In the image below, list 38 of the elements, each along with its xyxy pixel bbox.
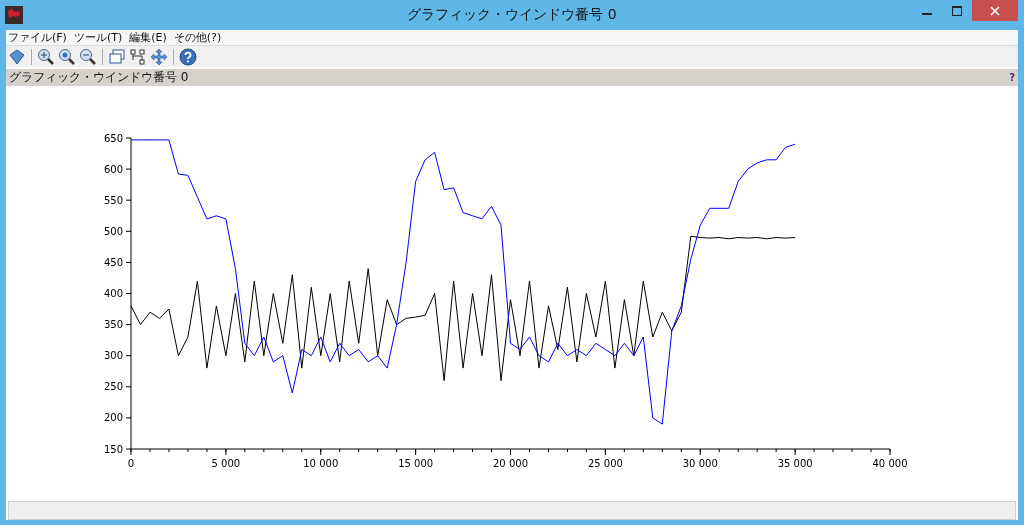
x-tick-label: 35 000 xyxy=(777,458,813,469)
move-arrows-icon[interactable] xyxy=(149,46,169,67)
menu-item[interactable]: ツール(T) xyxy=(73,30,123,45)
zoom-in-icon[interactable] xyxy=(36,46,56,67)
zoom-out-icon[interactable] xyxy=(78,46,98,67)
close-icon xyxy=(990,5,1000,16)
y-tick-label: 600 xyxy=(103,163,123,175)
y-tick-label: 450 xyxy=(103,256,123,268)
x-tick-label: 20 000 xyxy=(493,458,528,469)
maximize-icon xyxy=(952,5,962,16)
x-tick-label: 15 000 xyxy=(398,458,434,469)
y-tick-label: 300 xyxy=(103,350,123,362)
windows-icon[interactable] xyxy=(107,46,127,67)
menu-item[interactable]: その他(?) xyxy=(173,30,222,45)
y-tick-label: 150 xyxy=(103,443,123,455)
help-icon[interactable] xyxy=(178,46,198,67)
y-tick-label: 250 xyxy=(103,381,123,393)
zoom-reset-icon[interactable] xyxy=(57,46,77,67)
y-tick-label: 350 xyxy=(103,319,123,331)
x-tick-label: 25 000 xyxy=(587,458,623,469)
window-title: グラフィック・ウインドウ番号 0 xyxy=(406,6,618,24)
x-tick-label: 40 000 xyxy=(872,458,908,469)
y-tick-label: 400 xyxy=(103,288,123,299)
y-tick-label: 550 xyxy=(103,194,123,206)
help-link[interactable]: ? xyxy=(1009,72,1015,83)
menu-item[interactable]: 編集(E) xyxy=(129,30,167,45)
menu-item[interactable]: ファイル(F) xyxy=(8,30,67,45)
panel-title: グラフィック・ウインドウ番号 0 xyxy=(9,69,189,86)
x-tick-label: 30 000 xyxy=(682,458,718,469)
y-tick-label: 200 xyxy=(103,412,123,424)
y-tick-label: 500 xyxy=(103,225,123,237)
y-tick-label: 650 xyxy=(103,132,123,144)
x-tick-label: 5 000 xyxy=(211,458,241,469)
nodes-icon[interactable] xyxy=(128,46,148,67)
app-icon xyxy=(5,6,23,24)
x-tick-label: 10 000 xyxy=(303,458,339,469)
x-tick-label: 0 xyxy=(127,458,135,469)
minimize-icon xyxy=(922,13,932,15)
